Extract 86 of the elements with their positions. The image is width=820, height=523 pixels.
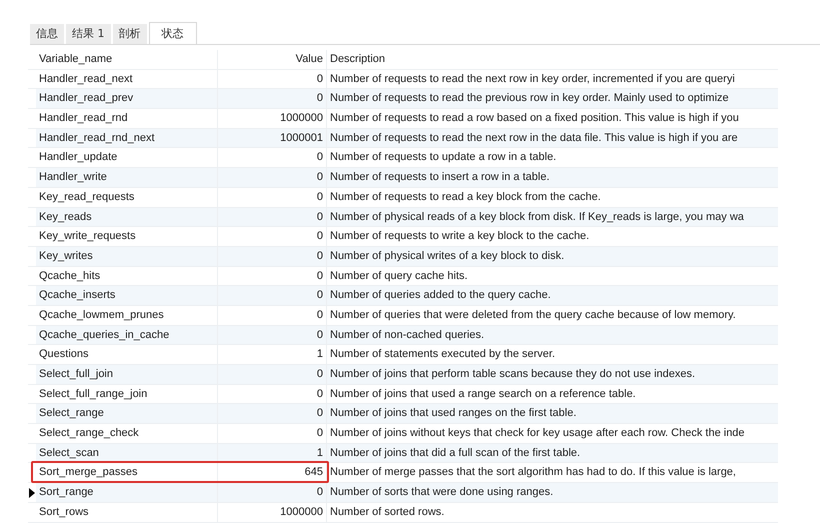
tab[interactable]: 结果 1 — [66, 24, 110, 44]
column-header[interactable]: Value — [218, 50, 327, 69]
table-cell: 1000000 — [218, 502, 327, 522]
table-cell-text: Number of joins without keys that check for key usage after each row. Check the inde — [329, 426, 746, 442]
table-row[interactable]: Handler_write 0 Number of requests to insert a row in a table. — [28, 168, 778, 188]
table-cell: Qcache_lowmem_prunes — [36, 306, 218, 325]
table-cell: Select_scan — [36, 444, 218, 462]
tab[interactable]: 信息 — [30, 24, 64, 44]
table-cell: 0 — [218, 246, 327, 266]
table-cell: 0 — [218, 148, 327, 168]
table-cell: Key_writes — [36, 246, 218, 266]
table-cell: 0 — [218, 404, 327, 424]
table-row[interactable]: Sort_range 0 Number of sorts that were done using ranges. — [28, 483, 778, 503]
table-cell: 0 — [218, 286, 327, 305]
table-cell: 0 — [218, 365, 327, 384]
table-cell: Qcache_hits — [36, 266, 218, 286]
table-cell: 1000001 — [218, 128, 327, 148]
table-cell-text: Number of queries added to the query cache. — [329, 288, 552, 304]
table-row[interactable]: Handler_read_prev 0 Number of requests to read the previous row in key order. Mainly used to optimize — [28, 89, 778, 110]
table-cell-text: Number of merge passes that the sort algorithm has had to do. If this value is large, — [329, 465, 737, 480]
table-row[interactable]: Key_writes 0 Number of physical writes of a key block to disk. — [28, 246, 778, 267]
table-cell-text: Number of joins that perform table scans because they do not use indexes. — [329, 367, 696, 382]
table-cell-text: Number of requests to write a key block to the cache. — [329, 229, 590, 244]
table-cell: 0 — [218, 424, 327, 443]
table-cell-text: Number of requests to read the next row in the data file. This value is high if you are — [329, 130, 739, 146]
table-cell: 1 — [218, 444, 327, 462]
column-header[interactable]: Variable_name — [36, 50, 218, 69]
table-row[interactable]: Sort_rows 1000000 Number of sorted rows. — [28, 502, 778, 522]
table-cell: 0 — [218, 227, 327, 246]
table-cell: Select_full_join — [36, 365, 218, 384]
table-cell: 0 — [218, 70, 327, 88]
table-cell: 1 — [218, 345, 327, 364]
table-cell-text: Number of sorts that were done using ranges. — [329, 485, 554, 500]
table-cell: Key_write_requests — [36, 227, 218, 246]
column-header[interactable]: Description — [327, 50, 778, 69]
table-cell: 0 — [218, 208, 327, 226]
tab[interactable]: 剖析 — [112, 24, 146, 44]
table-cell-text: Number of requests to read a key block from the cache. — [329, 190, 602, 205]
table-cell: Handler_read_rnd_next — [36, 128, 218, 148]
table-cell: Key_reads — [36, 208, 218, 226]
table-cell: 0 — [218, 326, 327, 344]
table-cell-text: Number of requests to update a row in a table. — [329, 150, 558, 166]
table-cell: Qcache_inserts — [36, 286, 218, 305]
table-cell: 0 — [218, 266, 327, 286]
table-cell-text: Number of requests to read a row based on a fixed position. This value is high if you — [329, 111, 740, 126]
table-row[interactable]: Key_reads 0 Number of physical reads of a key block from disk. If Key_reads is large, you may wa — [28, 208, 778, 228]
table-cell-text: Number of requests to read the next row in key order, incremented if you are queryi — [329, 72, 736, 87]
table-cell: Key_read_requests — [36, 188, 218, 206]
table-cell-text: Number of statements executed by the server. — [329, 347, 556, 362]
table-cell-text: Number of requests to insert a row in a table. — [329, 170, 550, 186]
table-cell-text: Number of joins that did a full scan of the first table. — [329, 446, 582, 461]
table-cell-text: Number of physical writes of a key block to disk. — [329, 248, 566, 264]
table-cell: Handler_read_rnd — [36, 109, 218, 128]
table-cell: 0 — [218, 168, 327, 187]
table-cell: 0 — [218, 483, 327, 502]
table-cell: Handler_write — [36, 168, 218, 187]
table-cell: Select_full_range_join — [36, 384, 218, 404]
table-cell: Sort_range — [36, 483, 218, 502]
table-cell-text: Number of joins that used a range search on a reference table. — [329, 386, 637, 402]
table-row[interactable]: Select_range 0 Number of joins that used ranges on the first table. — [28, 404, 778, 424]
table-cell: 0 — [218, 89, 327, 108]
table-cell: Handler_update — [36, 148, 218, 168]
table-cell: Questions — [36, 345, 218, 364]
table-cell: Qcache_queries_in_cache — [36, 326, 218, 344]
table-cell: 1000000 — [218, 109, 327, 128]
table-cell: 0 — [218, 306, 327, 325]
table-cell-text: Number of physical reads of a key block from disk. If Key_reads is large, you may wa — [329, 210, 745, 224]
table-cell: 0 — [218, 188, 327, 206]
tab[interactable]: 状态 — [148, 22, 196, 44]
table-cell-text: Number of queries that were deleted from the query cache because of low memory. — [329, 308, 737, 323]
table-row[interactable]: Select_scan 1 Number of joins that did a full scan of the first table. — [28, 444, 778, 464]
table-cell-text: Number of query cache hits. — [329, 268, 469, 284]
table-cell-text: Number of sorted rows. — [329, 504, 446, 520]
table-cell: Handler_read_prev — [36, 89, 218, 108]
table-row[interactable]: Qcache_inserts 0 Number of queries added to the query cache. — [28, 286, 778, 306]
table-row[interactable]: Qcache_queries_in_cache 0 Number of non-cached queries. — [28, 326, 778, 346]
table-row[interactable]: Handler_read_rnd_next 1000001 Number of requests to read the next row in the data file. This value is high if you are — [28, 128, 778, 148]
table-cell: Select_range_check — [36, 424, 218, 443]
table-cell: 0 — [218, 384, 327, 404]
table-cell: Select_range — [36, 404, 218, 424]
table-cell: Sort_rows — [36, 502, 218, 522]
table-row[interactable]: Select_full_join 0 Number of joins that perform table scans because they do not use indexes. — [28, 365, 778, 385]
table-cell-text: Number of requests to read the previous row in key order. Mainly used to optimize — [329, 91, 730, 106]
table-cell: Handler_read_next — [36, 70, 218, 88]
table-cell-text: Number of non-cached queries. — [329, 328, 486, 343]
table-cell-text: Number of joins that used ranges on the first table. — [329, 406, 578, 422]
